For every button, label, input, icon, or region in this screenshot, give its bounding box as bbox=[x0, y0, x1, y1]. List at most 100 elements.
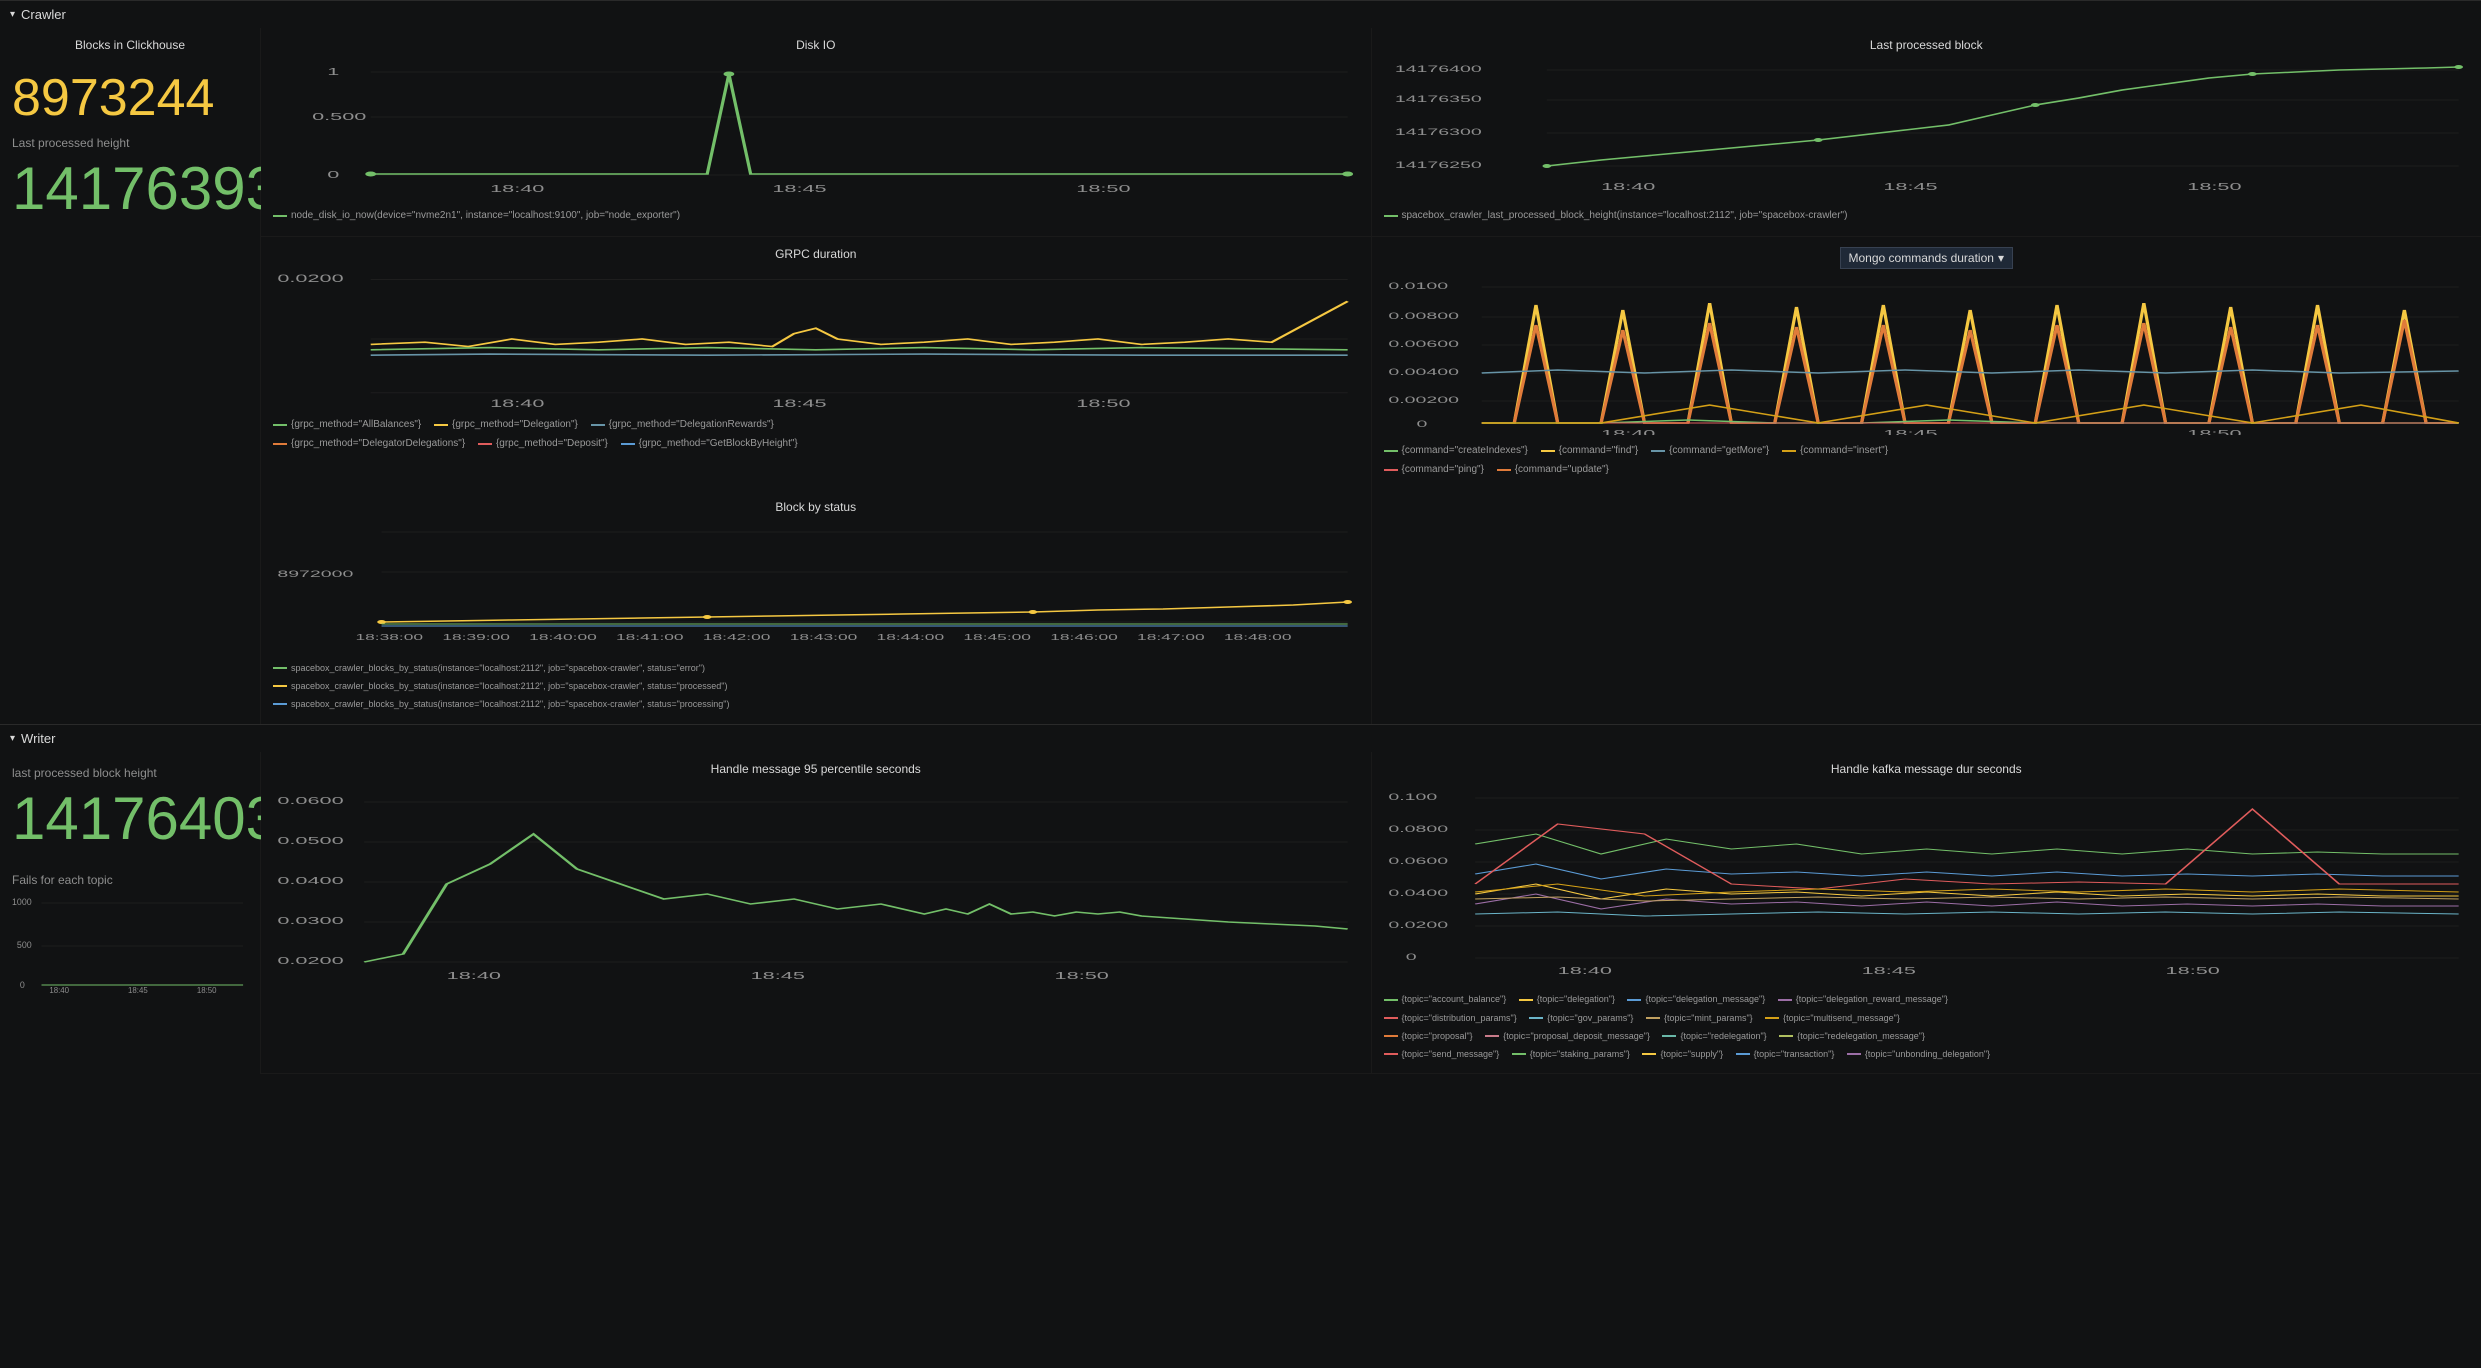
svg-text:18:45: 18:45 bbox=[1883, 428, 1937, 435]
svg-text:14176350: 14176350 bbox=[1394, 94, 1481, 104]
svg-text:8972000: 8972000 bbox=[277, 569, 353, 579]
svg-text:0.0600: 0.0600 bbox=[1388, 856, 1448, 866]
svg-text:0.00400: 0.00400 bbox=[1388, 367, 1459, 377]
mongo-chart: 0.0100 0.00800 0.00600 0.00400 0.00200 0 bbox=[1384, 275, 2470, 435]
svg-text:18:45: 18:45 bbox=[772, 183, 826, 194]
block-by-status-legend: spacebox_crawler_blocks_by_status(instan… bbox=[273, 659, 1359, 714]
disk-io-chart: 1 0.500 0 18:40 18:45 18:50 bbox=[273, 60, 1359, 200]
svg-text:18:50: 18:50 bbox=[2165, 965, 2219, 976]
grpc-panel: GRPC duration 0.0200 18:40 18:45 18:50 {… bbox=[261, 237, 1371, 490]
last-processed-block-legend-text: spacebox_crawler_last_processed_block_he… bbox=[1402, 208, 1848, 224]
mongo-dropdown-icon: ▾ bbox=[1998, 251, 2004, 265]
disk-io-panel: Disk IO 1 0.500 0 18:40 18:45 18:50 node… bbox=[261, 28, 1371, 236]
kafka-legend: {topic="account_balance"} {topic="delega… bbox=[1384, 991, 2470, 1064]
svg-text:18:45: 18:45 bbox=[128, 986, 148, 993]
svg-text:18:50: 18:50 bbox=[197, 986, 217, 993]
svg-text:0.0200: 0.0200 bbox=[277, 955, 343, 966]
svg-text:0.0200: 0.0200 bbox=[1388, 920, 1448, 930]
svg-text:0.0800: 0.0800 bbox=[1388, 824, 1448, 834]
writer-last-processed-value: 14176403 bbox=[12, 784, 248, 853]
mongo-title: Mongo commands duration bbox=[1849, 251, 1994, 265]
handle-kafka-title: Handle kafka message dur seconds bbox=[1384, 762, 2470, 776]
svg-text:18:42:00: 18:42:00 bbox=[703, 633, 771, 642]
writer-left-panel: last processed block height 14176403 Fai… bbox=[0, 752, 260, 1075]
svg-text:0.500: 0.500 bbox=[312, 111, 366, 122]
svg-text:1000: 1000 bbox=[12, 897, 32, 907]
disk-io-legend: node_disk_io_now(device="nvme2n1", insta… bbox=[273, 207, 1359, 226]
disk-io-legend-text: node_disk_io_now(device="nvme2n1", insta… bbox=[291, 208, 680, 224]
svg-text:18:50: 18:50 bbox=[2187, 428, 2241, 435]
svg-text:0: 0 bbox=[20, 980, 25, 990]
svg-text:0: 0 bbox=[1405, 952, 1416, 962]
block-by-status-panel: Block by status 8972000 18:38:00 18:39:0… bbox=[261, 490, 1371, 724]
svg-text:18:46:00: 18:46:00 bbox=[1050, 633, 1118, 642]
blocks-count: 8973244 bbox=[12, 68, 248, 128]
blocks-panel: Blocks in Clickhouse 8973244 Last proces… bbox=[0, 28, 260, 490]
disk-io-title: Disk IO bbox=[273, 38, 1359, 52]
svg-text:0.0100: 0.0100 bbox=[1388, 281, 1448, 291]
writer-last-processed-label: last processed block height bbox=[12, 766, 248, 780]
svg-text:18:39:00: 18:39:00 bbox=[442, 633, 510, 642]
svg-text:18:45:00: 18:45:00 bbox=[963, 633, 1031, 642]
last-processed-block-title: Last processed block bbox=[1384, 38, 2470, 52]
last-processed-block-legend: spacebox_crawler_last_processed_block_he… bbox=[1384, 207, 2470, 226]
svg-text:0: 0 bbox=[327, 169, 339, 180]
svg-text:18:50: 18:50 bbox=[2187, 181, 2241, 192]
mongo-dropdown-btn[interactable]: Mongo commands duration ▾ bbox=[1840, 247, 2013, 269]
svg-text:0.0500: 0.0500 bbox=[277, 835, 343, 846]
svg-text:18:43:00: 18:43:00 bbox=[790, 633, 858, 642]
svg-text:18:40:00: 18:40:00 bbox=[529, 633, 597, 642]
svg-text:18:45: 18:45 bbox=[751, 970, 805, 981]
svg-text:0.0600: 0.0600 bbox=[277, 795, 343, 806]
mongo-legend: {command="createIndexes"} {command="find… bbox=[1384, 442, 2470, 480]
svg-text:18:50: 18:50 bbox=[1076, 397, 1130, 409]
last-processed-label: Last processed height bbox=[12, 136, 248, 150]
svg-text:18:48:00: 18:48:00 bbox=[1224, 633, 1292, 642]
svg-text:14176300: 14176300 bbox=[1394, 127, 1481, 137]
svg-text:18:40: 18:40 bbox=[49, 986, 69, 993]
svg-text:18:41:00: 18:41:00 bbox=[616, 633, 684, 642]
svg-text:18:47:00: 18:47:00 bbox=[1137, 633, 1205, 642]
svg-text:0.100: 0.100 bbox=[1388, 792, 1437, 802]
writer-fails-label: Fails for each topic bbox=[12, 873, 248, 887]
handle-kafka-chart: 0.100 0.0800 0.0600 0.0400 0.0200 0 18:4… bbox=[1384, 784, 2470, 984]
svg-text:18:38:00: 18:38:00 bbox=[355, 633, 423, 642]
svg-text:0.0400: 0.0400 bbox=[277, 875, 343, 886]
grpc-legend: {grpc_method="AllBalances"} {grpc_method… bbox=[273, 416, 1359, 454]
writer-section: last processed block height 14176403 Fai… bbox=[0, 752, 2481, 1075]
last-processed-block-panel: Last processed block 14176400 14176350 1… bbox=[1372, 28, 2481, 236]
svg-text:500: 500 bbox=[17, 940, 32, 950]
svg-text:18:40: 18:40 bbox=[447, 970, 501, 981]
svg-text:0.0300: 0.0300 bbox=[277, 915, 343, 926]
crawler-chevron-icon: ▾ bbox=[10, 9, 15, 20]
mongo-panel: Mongo commands duration ▾ 0.0100 0.00800… bbox=[1372, 237, 2481, 490]
crawler-section-label: Crawler bbox=[21, 7, 66, 22]
svg-text:18:45: 18:45 bbox=[1861, 965, 1915, 976]
svg-text:18:50: 18:50 bbox=[1055, 970, 1109, 981]
handle-message-chart: 0.0600 0.0500 0.0400 0.0300 0.0200 18:40… bbox=[273, 784, 1359, 984]
svg-text:18:40: 18:40 bbox=[1601, 181, 1655, 192]
svg-text:18:50: 18:50 bbox=[1076, 183, 1130, 194]
writer-section-header[interactable]: ▾ Writer bbox=[0, 724, 2481, 752]
svg-text:18:45: 18:45 bbox=[772, 397, 826, 409]
svg-text:0: 0 bbox=[1416, 419, 1427, 429]
handle-message-panel: Handle message 95 percentile seconds 0.0… bbox=[261, 752, 1371, 1074]
svg-text:0.00200: 0.00200 bbox=[1388, 395, 1459, 405]
grpc-title: GRPC duration bbox=[273, 247, 1359, 261]
svg-text:0.0400: 0.0400 bbox=[1388, 888, 1448, 898]
svg-text:18:40: 18:40 bbox=[490, 183, 544, 194]
block-by-status-title: Block by status bbox=[273, 500, 1359, 514]
grpc-chart: 0.0200 18:40 18:45 18:50 bbox=[273, 269, 1359, 409]
writer-fails-chart: 1000 500 0 18:40 18:45 18:50 bbox=[12, 893, 248, 993]
svg-text:18:44:00: 18:44:00 bbox=[877, 633, 945, 642]
last-processed-value: 14176393 bbox=[12, 154, 248, 223]
svg-text:1: 1 bbox=[327, 66, 339, 77]
svg-text:18:40: 18:40 bbox=[1557, 965, 1611, 976]
svg-text:18:40: 18:40 bbox=[490, 397, 544, 409]
handle-message-title: Handle message 95 percentile seconds bbox=[273, 762, 1359, 776]
svg-text:18:40: 18:40 bbox=[1601, 428, 1655, 435]
crawler-section-header[interactable]: ▾ Crawler bbox=[0, 0, 2481, 28]
handle-kafka-panel: Handle kafka message dur seconds 0.100 0… bbox=[1372, 752, 2481, 1074]
svg-text:18:45: 18:45 bbox=[1883, 181, 1937, 192]
blocks-panel-title: Blocks in Clickhouse bbox=[12, 38, 248, 52]
